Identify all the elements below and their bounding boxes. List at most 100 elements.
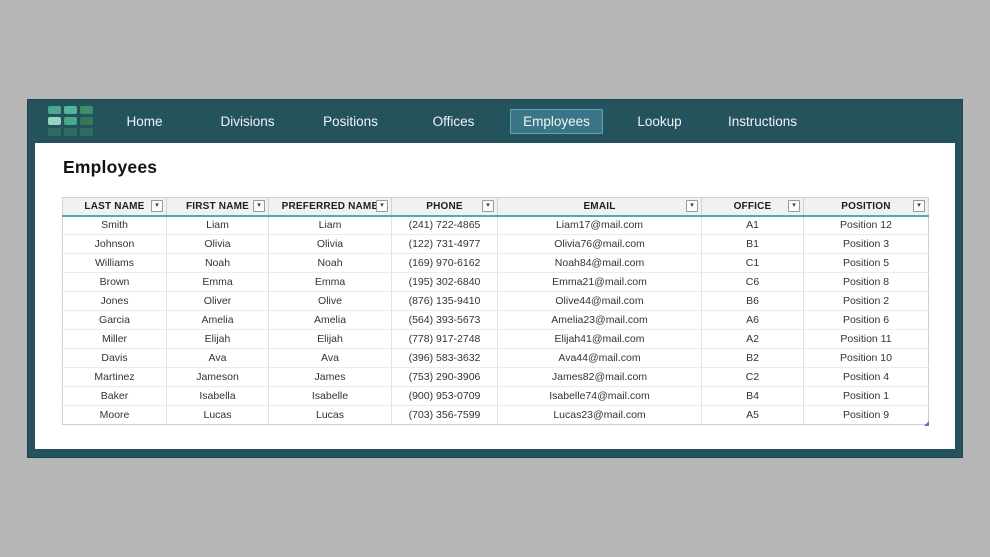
table-cell[interactable]: Brown — [63, 273, 167, 292]
table-cell[interactable]: Amelia — [269, 311, 392, 330]
table-cell[interactable]: Position 3 — [804, 235, 929, 254]
table-cell[interactable]: (753) 290-3906 — [392, 368, 498, 387]
table-cell[interactable]: Jones — [63, 292, 167, 311]
table-cell[interactable]: Liam — [269, 216, 392, 235]
table-cell[interactable]: Lucas23@mail.com — [498, 406, 702, 425]
table-cell[interactable]: Elijah41@mail.com — [498, 330, 702, 349]
table-cell[interactable]: A2 — [702, 330, 804, 349]
table-cell[interactable]: B2 — [702, 349, 804, 368]
table-cell[interactable]: Position 5 — [804, 254, 929, 273]
table-cell[interactable]: James — [269, 368, 392, 387]
table-cell[interactable]: Williams — [63, 254, 167, 273]
table-cell[interactable]: Smith — [63, 216, 167, 235]
table-row: MooreLucasLucas(703) 356-7599Lucas23@mai… — [63, 406, 929, 425]
table-cell[interactable]: Isabelle — [269, 387, 392, 406]
page-title: Employees — [63, 157, 955, 178]
table-cell[interactable]: Olivia — [167, 235, 269, 254]
table-cell[interactable]: Ava — [269, 349, 392, 368]
table-cell[interactable]: James82@mail.com — [498, 368, 702, 387]
nav-tab-divisions[interactable]: Divisions — [196, 109, 299, 134]
table-cell[interactable]: Lucas — [269, 406, 392, 425]
table-cell[interactable]: Moore — [63, 406, 167, 425]
table-cell[interactable]: Elijah — [167, 330, 269, 349]
table-cell[interactable]: Emma — [269, 273, 392, 292]
table-cell[interactable]: Ava44@mail.com — [498, 349, 702, 368]
table-cell[interactable]: (195) 302-6840 — [392, 273, 498, 292]
table-cell[interactable]: C1 — [702, 254, 804, 273]
nav-tab-lookup[interactable]: Lookup — [608, 109, 711, 134]
table-cell[interactable]: Isabelle74@mail.com — [498, 387, 702, 406]
table-cell[interactable]: Olivia — [269, 235, 392, 254]
table-cell[interactable]: Baker — [63, 387, 167, 406]
table-header: LAST NAME▾ FIRST NAME▾ PREFERRED NAME▾ P… — [63, 198, 929, 216]
nav-tab-home[interactable]: Home — [93, 109, 196, 134]
table-cell[interactable]: Davis — [63, 349, 167, 368]
table-row: SmithLiamLiam(241) 722-4865Liam17@mail.c… — [63, 216, 929, 235]
table-cell[interactable]: (876) 135-9410 — [392, 292, 498, 311]
filter-dropdown-icon[interactable]: ▾ — [913, 200, 925, 212]
nav-bar: Home Divisions Positions Offices Employe… — [28, 100, 962, 143]
table-cell[interactable]: Position 8 — [804, 273, 929, 292]
nav-tab-offices[interactable]: Offices — [402, 109, 505, 134]
table-cell[interactable]: C2 — [702, 368, 804, 387]
table-cell[interactable]: (703) 356-7599 — [392, 406, 498, 425]
filter-dropdown-icon[interactable]: ▾ — [482, 200, 494, 212]
table-cell[interactable]: B1 — [702, 235, 804, 254]
table-cell[interactable]: Miller — [63, 330, 167, 349]
table-cell[interactable]: Olive44@mail.com — [498, 292, 702, 311]
table-cell[interactable]: (122) 731-4977 — [392, 235, 498, 254]
table-row: WilliamsNoahNoah(169) 970-6162Noah84@mai… — [63, 254, 929, 273]
table-cell[interactable]: Lucas — [167, 406, 269, 425]
table-cell[interactable]: B4 — [702, 387, 804, 406]
table-cell[interactable]: Martinez — [63, 368, 167, 387]
table-cell[interactable]: Position 10 — [804, 349, 929, 368]
table-cell[interactable]: Emma21@mail.com — [498, 273, 702, 292]
table-cell[interactable]: Liam — [167, 216, 269, 235]
table-cell[interactable]: C6 — [702, 273, 804, 292]
filter-dropdown-icon[interactable]: ▾ — [376, 200, 388, 212]
table-body: SmithLiamLiam(241) 722-4865Liam17@mail.c… — [63, 216, 929, 425]
table-cell[interactable]: Garcia — [63, 311, 167, 330]
table-cell[interactable]: Emma — [167, 273, 269, 292]
table-cell[interactable]: Amelia23@mail.com — [498, 311, 702, 330]
table-cell[interactable]: Position 12 — [804, 216, 929, 235]
table-cell[interactable]: Noah — [167, 254, 269, 273]
nav-tab-instructions[interactable]: Instructions — [711, 109, 814, 134]
nav-tab-employees[interactable]: Employees — [505, 109, 608, 134]
filter-dropdown-icon[interactable]: ▾ — [686, 200, 698, 212]
filter-dropdown-icon[interactable]: ▾ — [151, 200, 163, 212]
table-cell[interactable]: Isabella — [167, 387, 269, 406]
table-cell[interactable]: (564) 393-5673 — [392, 311, 498, 330]
table-cell[interactable]: Jameson — [167, 368, 269, 387]
table-cell[interactable]: Noah84@mail.com — [498, 254, 702, 273]
table-cell[interactable]: Ava — [167, 349, 269, 368]
table-cell[interactable]: Amelia — [167, 311, 269, 330]
table-row: BakerIsabellaIsabelle(900) 953-0709Isabe… — [63, 387, 929, 406]
table-cell[interactable]: Noah — [269, 254, 392, 273]
table-cell[interactable]: Johnson — [63, 235, 167, 254]
table-cell[interactable]: Position 9 — [804, 406, 929, 425]
table-cell[interactable]: Position 6 — [804, 311, 929, 330]
filter-dropdown-icon[interactable]: ▾ — [253, 200, 265, 212]
table-cell[interactable]: Position 11 — [804, 330, 929, 349]
table-cell[interactable]: (900) 953-0709 — [392, 387, 498, 406]
table-cell[interactable]: Olivia76@mail.com — [498, 235, 702, 254]
table-cell[interactable]: Elijah — [269, 330, 392, 349]
filter-dropdown-icon[interactable]: ▾ — [788, 200, 800, 212]
table-cell[interactable]: Liam17@mail.com — [498, 216, 702, 235]
table-cell[interactable]: (396) 583-3632 — [392, 349, 498, 368]
table-cell[interactable]: A5 — [702, 406, 804, 425]
table-cell[interactable]: Position 1 — [804, 387, 929, 406]
table-cell[interactable]: Position 4 — [804, 368, 929, 387]
table-cell[interactable]: A1 — [702, 216, 804, 235]
nav-tab-positions[interactable]: Positions — [299, 109, 402, 134]
table-cell[interactable]: Position 2 — [804, 292, 929, 311]
table-cell[interactable]: B6 — [702, 292, 804, 311]
table-cell[interactable]: A6 — [702, 311, 804, 330]
table-cell[interactable]: (169) 970-6162 — [392, 254, 498, 273]
table-cell[interactable]: Oliver — [167, 292, 269, 311]
table-cell[interactable]: Olive — [269, 292, 392, 311]
table-row: BrownEmmaEmma(195) 302-6840Emma21@mail.c… — [63, 273, 929, 292]
table-cell[interactable]: (778) 917-2748 — [392, 330, 498, 349]
table-cell[interactable]: (241) 722-4865 — [392, 216, 498, 235]
